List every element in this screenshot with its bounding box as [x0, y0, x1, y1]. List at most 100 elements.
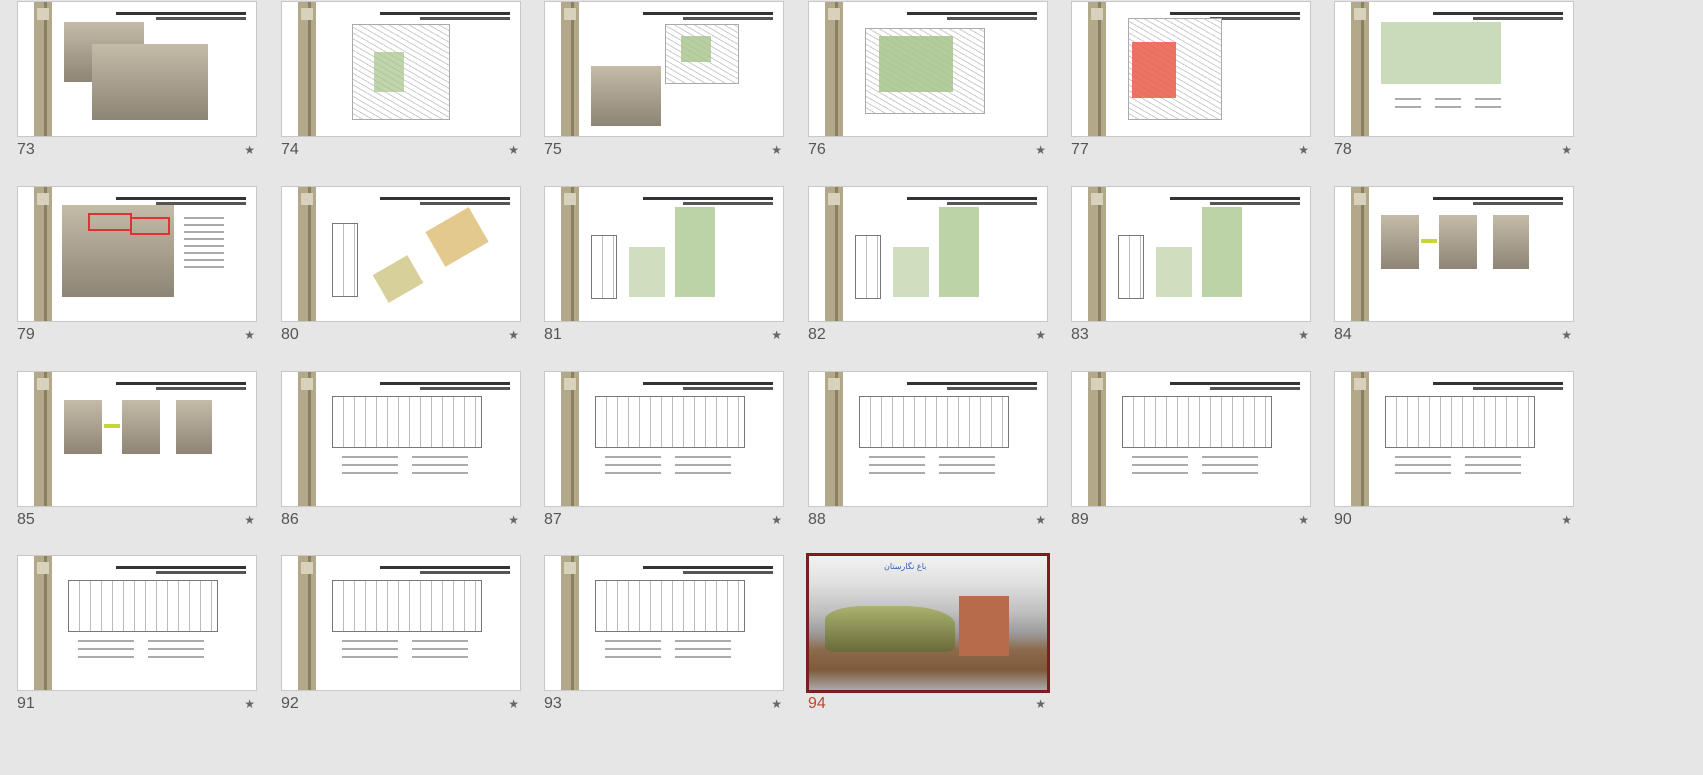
- slide-preview[interactable]: [1071, 186, 1311, 322]
- slide-subtitle-bar: [156, 571, 246, 574]
- slide-preview[interactable]: [17, 555, 257, 691]
- slide-thumbnail-85[interactable]: 85 ★: [17, 371, 261, 531]
- slide-preview[interactable]: [17, 1, 257, 137]
- slide-thumbnail-81[interactable]: 81 ★: [544, 186, 788, 346]
- slide-subtitle-bar: [1210, 387, 1300, 390]
- note-line: [605, 464, 661, 466]
- note-line: [78, 648, 134, 650]
- star-icon[interactable]: ★: [771, 697, 782, 711]
- star-icon[interactable]: ★: [508, 513, 519, 527]
- note-line: [412, 456, 468, 458]
- slide-preview[interactable]: [544, 1, 784, 137]
- star-icon[interactable]: ★: [1561, 143, 1572, 157]
- slide-number: 94: [808, 695, 826, 712]
- note-line: [1202, 472, 1258, 474]
- star-icon[interactable]: ★: [244, 697, 255, 711]
- slide-preview[interactable]: [281, 186, 521, 322]
- slide-number: 78: [1334, 141, 1352, 158]
- aerial-photo: [176, 400, 212, 454]
- arrow: [104, 424, 120, 428]
- star-icon[interactable]: ★: [1561, 328, 1572, 342]
- slide-subtitle-bar: [420, 17, 510, 20]
- legend-line: [184, 217, 224, 219]
- logo-mark: [828, 378, 840, 390]
- star-icon[interactable]: ★: [244, 328, 255, 342]
- slide-preview[interactable]: [808, 186, 1048, 322]
- star-icon[interactable]: ★: [771, 328, 782, 342]
- slide-thumbnail-74[interactable]: 74 ★: [281, 1, 525, 161]
- note-line: [1465, 464, 1521, 466]
- slide-thumbnail-83[interactable]: 83 ★: [1071, 186, 1315, 346]
- slide-thumbnail-90[interactable]: 90 ★: [1334, 371, 1578, 531]
- slide-title-bar: [116, 566, 246, 569]
- star-icon[interactable]: ★: [508, 328, 519, 342]
- slide-preview[interactable]: [1334, 186, 1574, 322]
- slide-preview[interactable]: باغ نگارستان: [806, 553, 1050, 693]
- slide-preview[interactable]: [1334, 1, 1574, 137]
- slide-preview[interactable]: [17, 371, 257, 507]
- star-icon[interactable]: ★: [1035, 143, 1046, 157]
- side-band: [1088, 372, 1106, 506]
- garden-plan: [1381, 22, 1501, 84]
- slide-number: 82: [808, 326, 826, 343]
- note-line: [342, 648, 398, 650]
- slide-preview[interactable]: [281, 555, 521, 691]
- slide-subtitle-bar: [420, 387, 510, 390]
- slide-thumbnail-75[interactable]: 75 ★: [544, 1, 788, 161]
- slide-preview[interactable]: [1334, 371, 1574, 507]
- slide-number: 73: [17, 141, 35, 158]
- star-icon[interactable]: ★: [508, 143, 519, 157]
- note-line: [605, 656, 661, 658]
- slide-preview[interactable]: [808, 1, 1048, 137]
- logo-mark: [564, 8, 576, 20]
- slide-thumbnail-79[interactable]: 79 ★: [17, 186, 261, 346]
- slide-thumbnail-92[interactable]: 92 ★: [281, 555, 525, 715]
- slide-thumbnail-76[interactable]: 76 ★: [808, 1, 1052, 161]
- slide-thumbnail-91[interactable]: 91 ★: [17, 555, 261, 715]
- logo-mark: [828, 8, 840, 20]
- floor-plan: [332, 396, 482, 448]
- floor-plan: [595, 396, 745, 448]
- slide-thumbnail-93[interactable]: 93 ★: [544, 555, 788, 715]
- slide-preview[interactable]: [544, 555, 784, 691]
- floor-plan: [859, 396, 1009, 448]
- slide-thumbnail-82[interactable]: 82 ★: [808, 186, 1052, 346]
- star-icon[interactable]: ★: [771, 513, 782, 527]
- slide-number: 80: [281, 326, 299, 343]
- slide-thumbnail-86[interactable]: 86 ★: [281, 371, 525, 531]
- slide-title-bar: [380, 12, 510, 15]
- slide-preview[interactable]: [1071, 1, 1311, 137]
- slide-thumbnail-78[interactable]: 78 ★: [1334, 1, 1578, 161]
- star-icon[interactable]: ★: [1035, 513, 1046, 527]
- slide-thumbnail-77[interactable]: 77 ★: [1071, 1, 1315, 161]
- star-icon[interactable]: ★: [1035, 697, 1046, 711]
- slide-subtitle-bar: [947, 202, 1037, 205]
- star-icon[interactable]: ★: [244, 513, 255, 527]
- star-icon[interactable]: ★: [771, 143, 782, 157]
- slide-preview[interactable]: [281, 371, 521, 507]
- slide-preview[interactable]: [17, 186, 257, 322]
- slide-preview[interactable]: [281, 1, 521, 137]
- star-icon[interactable]: ★: [1298, 513, 1309, 527]
- star-icon[interactable]: ★: [1035, 328, 1046, 342]
- note-line: [675, 464, 731, 466]
- slide-thumbnail-84[interactable]: 84 ★: [1334, 186, 1578, 346]
- star-icon[interactable]: ★: [508, 697, 519, 711]
- star-icon[interactable]: ★: [244, 143, 255, 157]
- slide-preview[interactable]: [808, 371, 1048, 507]
- note-line: [1395, 464, 1451, 466]
- star-icon[interactable]: ★: [1298, 143, 1309, 157]
- slide-thumbnail-73[interactable]: 73 ★: [17, 1, 261, 161]
- star-icon[interactable]: ★: [1561, 513, 1572, 527]
- roof-garden: [825, 606, 955, 652]
- star-icon[interactable]: ★: [1298, 328, 1309, 342]
- slide-thumbnail-89[interactable]: 89 ★: [1071, 371, 1315, 531]
- slide-thumbnail-88[interactable]: 88 ★: [808, 371, 1052, 531]
- slide-preview[interactable]: [544, 186, 784, 322]
- slide-thumbnail-87[interactable]: 87 ★: [544, 371, 788, 531]
- slide-thumbnail-80[interactable]: 80 ★: [281, 186, 525, 346]
- slide-preview[interactable]: [544, 371, 784, 507]
- slide-thumbnail-94[interactable]: باغ نگارستان 94 ★: [806, 553, 1052, 715]
- note-line: [605, 640, 661, 642]
- slide-preview[interactable]: [1071, 371, 1311, 507]
